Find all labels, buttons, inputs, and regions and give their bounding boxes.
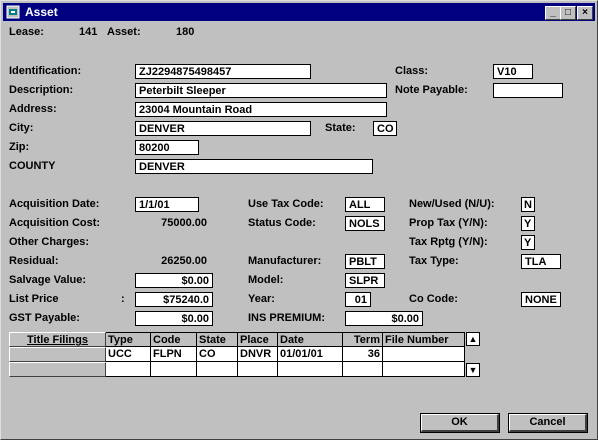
address-field[interactable]: 23004 Mountain Road: [135, 102, 387, 117]
scroll-up-button[interactable]: ▲: [466, 332, 480, 346]
minimize-button[interactable]: _: [545, 6, 561, 20]
ins-premium-field[interactable]: $0.00: [345, 311, 423, 326]
cell-type[interactable]: UCC: [106, 347, 151, 362]
list-price-field[interactable]: $75240.0: [135, 292, 213, 307]
model-label: Model:: [248, 274, 284, 286]
arrow-down-icon: ▼: [468, 365, 478, 375]
col-header-type[interactable]: Type: [106, 332, 151, 347]
title-filings-header[interactable]: Title Filings: [9, 332, 106, 347]
scroll-down-button[interactable]: ▼: [466, 363, 480, 377]
note-payable-field[interactable]: [493, 83, 563, 98]
ok-button[interactable]: OK: [420, 413, 500, 433]
county-field[interactable]: DENVER: [135, 159, 373, 174]
description-label: Description:: [9, 84, 74, 96]
zip-label: Zip:: [9, 141, 30, 153]
acq-cost-label: Acquisition Cost:: [9, 217, 101, 229]
salvage-field[interactable]: $0.00: [135, 273, 213, 288]
state-field[interactable]: CO: [373, 121, 397, 136]
tax-rptg-label: Tax Rptg (Y/N):: [409, 236, 488, 248]
gst-field[interactable]: $0.00: [135, 311, 213, 326]
tax-type-field[interactable]: TLA: [521, 254, 561, 269]
identification-label: Identification:: [9, 65, 82, 77]
acq-cost-value: 75000.00: [161, 217, 207, 229]
maximize-icon: □: [564, 7, 572, 18]
cell-empty[interactable]: [343, 362, 383, 377]
cell-place[interactable]: DNVR: [238, 347, 278, 362]
model-field[interactable]: SLPR: [345, 273, 385, 288]
cell-code[interactable]: FLPN: [151, 347, 197, 362]
cell-empty[interactable]: [278, 362, 343, 377]
col-header-term[interactable]: Term: [343, 332, 383, 347]
other-charges-label: Other Charges:: [9, 236, 90, 248]
identification-field[interactable]: ZJ2294875498457: [135, 64, 311, 79]
col-header-file-number[interactable]: File Number: [383, 332, 465, 347]
address-label: Address:: [9, 103, 57, 115]
county-label: COUNTY: [9, 160, 56, 172]
acq-date-field[interactable]: 1/1/01: [135, 197, 199, 212]
col-header-place[interactable]: Place: [238, 332, 278, 347]
new-used-label: New/Used (N/U):: [409, 198, 495, 210]
maximize-button[interactable]: □: [560, 6, 576, 20]
tax-type-label: Tax Type:: [409, 255, 459, 267]
residual-value: 26250.00: [161, 255, 207, 267]
cell-empty[interactable]: [383, 362, 465, 377]
residual-label: Residual:: [9, 255, 59, 267]
list-price-colon: :: [121, 293, 125, 305]
row-selector[interactable]: [9, 362, 106, 377]
acq-date-label: Acquisition Date:: [9, 198, 100, 210]
new-used-field[interactable]: N: [521, 197, 535, 212]
asset-label: Asset:: [107, 26, 141, 38]
cell-file-number[interactable]: [383, 347, 465, 362]
salvage-label: Salvage Value:: [9, 274, 87, 286]
prop-tax-field[interactable]: Y: [521, 216, 535, 231]
cell-empty[interactable]: [197, 362, 238, 377]
year-label: Year:: [248, 293, 275, 305]
use-tax-field[interactable]: ALL: [345, 197, 385, 212]
cell-term[interactable]: 36: [343, 347, 383, 362]
status-code-field[interactable]: NOLS: [345, 216, 385, 231]
co-code-field[interactable]: NONE: [521, 292, 561, 307]
ins-premium-label: INS PREMIUM:: [248, 312, 325, 324]
cancel-button[interactable]: Cancel: [508, 413, 588, 433]
title-bar: Asset _ □ ×: [3, 3, 595, 21]
cell-empty[interactable]: [151, 362, 197, 377]
minimize-icon: _: [550, 7, 556, 18]
year-field[interactable]: 01: [345, 292, 371, 307]
tax-rptg-field[interactable]: Y: [521, 235, 535, 250]
lease-label: Lease:: [9, 26, 44, 38]
class-label: Class:: [395, 65, 429, 77]
close-icon: ×: [582, 7, 588, 18]
city-field[interactable]: DENVER: [135, 121, 311, 136]
status-code-label: Status Code:: [248, 217, 316, 229]
col-header-state[interactable]: State: [197, 332, 238, 347]
col-header-date[interactable]: Date: [278, 332, 343, 347]
cell-empty[interactable]: [106, 362, 151, 377]
class-field[interactable]: V10: [493, 64, 533, 79]
gst-label: GST Payable:: [9, 312, 80, 324]
use-tax-label: Use Tax Code:: [248, 198, 324, 210]
asset-value: 180: [176, 26, 195, 38]
close-button[interactable]: ×: [577, 6, 593, 20]
title-filings-grid: Title Filings Type Code State Place Date…: [9, 332, 481, 380]
row-selector[interactable]: [9, 347, 106, 362]
asset-window: Asset _ □ × Lease: 141 Asset: 180 Identi…: [0, 0, 598, 440]
zip-field[interactable]: 80200: [135, 140, 199, 155]
co-code-label: Co Code:: [409, 293, 458, 305]
prop-tax-label: Prop Tax (Y/N):: [409, 217, 488, 229]
description-field[interactable]: Peterbilt Sleeper: [135, 83, 387, 98]
col-header-code[interactable]: Code: [151, 332, 197, 347]
list-price-label: List Price: [9, 293, 59, 305]
arrow-up-icon: ▲: [468, 334, 478, 344]
note-payable-label: Note Payable:: [395, 84, 468, 96]
window-title: Asset: [25, 5, 58, 19]
city-label: City:: [9, 122, 34, 134]
cell-date[interactable]: 01/01/01: [278, 347, 343, 362]
state-label: State:: [325, 122, 356, 134]
cell-state[interactable]: CO: [197, 347, 238, 362]
lease-value: 141: [79, 26, 98, 38]
app-icon: [6, 5, 20, 19]
cell-empty[interactable]: [238, 362, 278, 377]
manufacturer-label: Manufacturer:: [248, 255, 322, 267]
manufacturer-field[interactable]: PBLT: [345, 254, 385, 269]
